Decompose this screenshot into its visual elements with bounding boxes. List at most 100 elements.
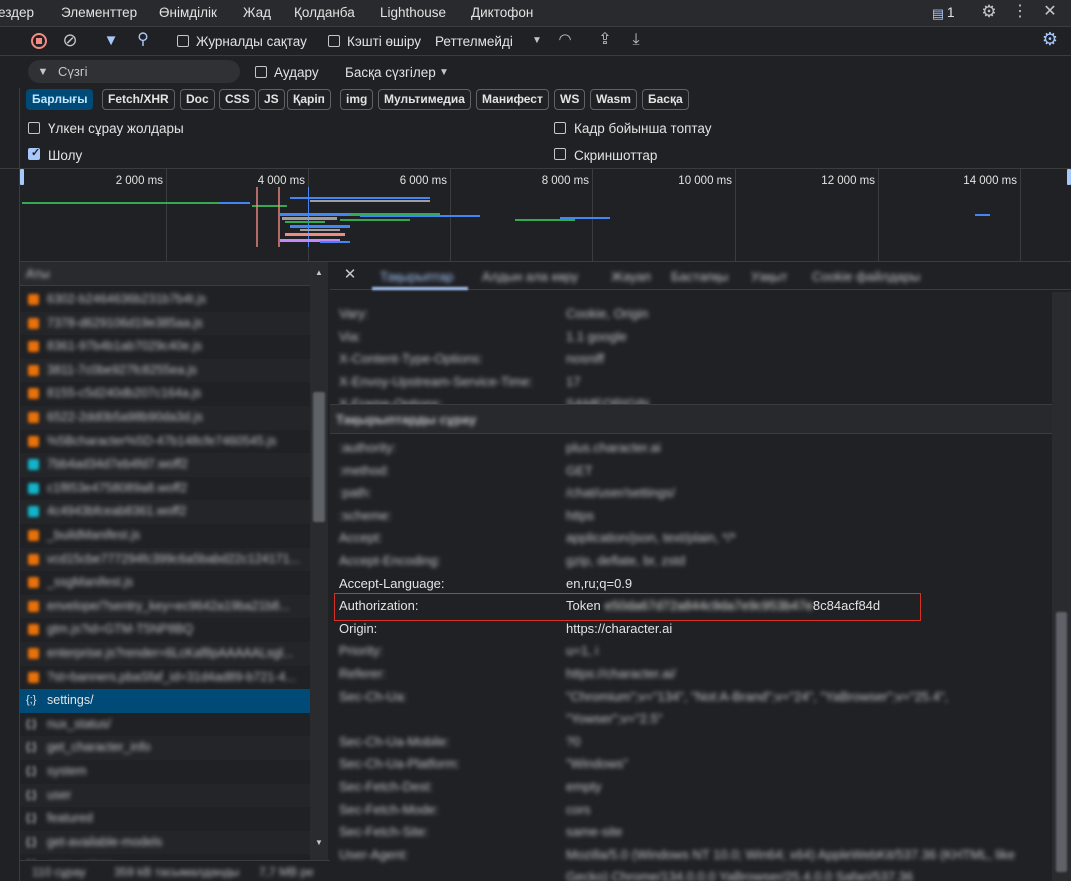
request-row[interactable]: 6522-2dd0b5a98b90da3d.js — [20, 406, 310, 430]
request-row[interactable]: c1f853e4758089a8.woff2 — [20, 477, 310, 501]
request-row[interactable]: gtm.js?id=GTM-T5NP8BQ — [20, 618, 310, 642]
close-details-icon[interactable]: ✕ — [342, 266, 358, 284]
request-row[interactable]: envelope/?sentry_key=ec9642a19ba21b8... — [20, 594, 310, 619]
request-row[interactable]: {;} system — [20, 760, 310, 784]
type-img[interactable]: img — [340, 89, 374, 110]
type-other[interactable]: Басқа — [642, 89, 689, 110]
tab-headers[interactable]: Тақырыптар — [380, 269, 454, 284]
invert-checkbox[interactable] — [255, 66, 267, 78]
request-list-scrollbar[interactable]: ▲ ▼ — [310, 262, 328, 881]
import-har-icon[interactable]: ⇪ — [596, 31, 614, 49]
request-row[interactable]: 7378-d629106d19e385aa.js — [20, 311, 310, 336]
request-header-value: Mozilla/5.0 (Windows NT 10.0; Win64; x64… — [566, 846, 1015, 862]
type-ws[interactable]: WS — [554, 89, 586, 110]
type-js[interactable]: JS — [258, 89, 285, 110]
request-row[interactable]: %5Bcharacter%5D-47b148cfe7460545.js — [20, 430, 310, 454]
more-filters-dropdown[interactable]: Басқа сүзгілер — [345, 65, 436, 80]
request-row[interactable]: 6302-b2464636b231b7b4t.js — [20, 288, 310, 312]
throttling-select[interactable]: Реттелмейді — [435, 34, 513, 49]
details-scroll-thumb[interactable] — [1056, 612, 1067, 872]
request-row[interactable]: {;} get_character_info — [20, 736, 310, 760]
request-row[interactable]: 8155-c5d240db207c164a.js — [20, 382, 310, 406]
request-name: %5Bcharacter%5D-47b148cfe7460545.js — [47, 433, 277, 448]
tab-initiator[interactable]: Бастапқы — [671, 269, 728, 284]
request-header-name: Priority: — [339, 643, 384, 659]
network-overview-timeline[interactable]: 2 000 ms 4 000 ms 6 000 ms 8 000 ms 10 0… — [20, 169, 1071, 262]
request-row[interactable]: _ssgManifest.js — [20, 571, 310, 595]
tab-timing[interactable]: Уақыт — [751, 269, 787, 284]
tab-response[interactable]: Жауап — [611, 269, 651, 284]
type-media[interactable]: Мультимедиа — [378, 89, 471, 110]
overview-checkbox[interactable]: ✓ — [28, 147, 40, 160]
request-row[interactable]: enterprise.js?render=6LcKaf8pAAAAALsgl..… — [20, 642, 310, 666]
request-row[interactable]: {;} featured — [20, 807, 310, 831]
network-settings-icon[interactable]: ⚙ — [1040, 30, 1060, 48]
tab-cookies[interactable]: Cookie файлдары — [812, 269, 920, 284]
issues-icon[interactable]: ▤ — [930, 5, 946, 23]
timeline-right-handle[interactable] — [1067, 169, 1071, 185]
close-devtools-icon[interactable]: ✕ — [1040, 3, 1060, 21]
request-header-value: https — [566, 507, 595, 523]
scroll-thumb[interactable] — [313, 392, 325, 522]
group-frame-checkbox[interactable] — [554, 122, 566, 134]
request-name: get-available-models — [47, 834, 163, 849]
request-row[interactable]: _buildManifest.js — [20, 524, 310, 548]
search-icon[interactable]: ⚲ — [134, 31, 152, 49]
type-fetch-xhr[interactable]: Fetch/XHR — [102, 89, 175, 110]
list-header-name[interactable]: Аты — [20, 262, 310, 286]
request-row[interactable]: 3811-7c0be927fc8255ea.js — [20, 358, 310, 383]
tab-sources[interactable]: ездер — [0, 5, 34, 20]
request-row[interactable]: {;} get-available-models — [20, 830, 310, 855]
tab-lighthouse[interactable]: Lighthouse — [380, 5, 446, 20]
script-file-icon — [28, 435, 39, 447]
tab-performance[interactable]: Өнімділік — [159, 5, 217, 20]
tab-recorder[interactable]: Диктофон — [471, 5, 533, 20]
filter-funnel-icon[interactable]: ▼ — [103, 32, 119, 50]
type-doc[interactable]: Doc — [180, 89, 215, 110]
record-stop-icon[interactable] — [31, 33, 47, 49]
request-header-name: Accept-Language: — [339, 575, 445, 591]
tab-memory[interactable]: Жад — [243, 5, 271, 20]
details-scrollbar[interactable] — [1052, 292, 1071, 881]
request-row[interactable]: 7bb4ad34d7eb4fd7.woff2 — [20, 453, 310, 477]
request-row[interactable]: vcd15cbe777294fc399c6a5babd22c124171... — [20, 547, 310, 572]
request-name: 7bb4ad34d7eb4fd7.woff2 — [47, 457, 188, 472]
export-har-icon[interactable]: ⤓ — [627, 31, 645, 49]
scroll-down-icon[interactable]: ▼ — [312, 834, 326, 852]
preserve-log-checkbox[interactable] — [177, 35, 189, 47]
screenshots-checkbox[interactable] — [554, 148, 566, 160]
request-name: 4c4943bfceab8361.woff2 — [47, 504, 187, 519]
scroll-up-icon[interactable]: ▲ — [312, 264, 326, 282]
tab-elements[interactable]: Элементтер — [61, 5, 137, 20]
network-conditions-icon[interactable]: ◠ — [555, 31, 575, 49]
request-row[interactable]: 8361-97b4b1ab7029c40e.js — [20, 335, 310, 359]
tab-preview[interactable]: Алдын ала көру — [482, 269, 578, 284]
chevron-down-icon[interactable]: ▼ — [530, 32, 544, 50]
request-row[interactable]: {;} nux_status/ — [20, 713, 310, 737]
filter-input[interactable]: ▼ Сүзгі — [28, 60, 240, 83]
type-wasm[interactable]: Wasm — [590, 89, 637, 110]
request-row[interactable]: {;} settings/ — [20, 689, 310, 713]
request-row[interactable]: {;} user — [20, 783, 310, 808]
type-css[interactable]: CSS — [219, 89, 256, 110]
settings-gear-icon[interactable]: ⚙ — [979, 3, 999, 21]
big-rows-checkbox[interactable] — [28, 122, 40, 134]
script-file-icon — [28, 364, 39, 376]
request-headers-section[interactable]: Тақырыптарды сұрау — [330, 404, 1052, 434]
xhr-icon: {;} — [26, 765, 37, 777]
type-all[interactable]: Барлығы — [26, 89, 94, 110]
timeline-left-handle[interactable] — [20, 169, 24, 185]
request-row[interactable]: ?st=banners,pbaSfaf_id=31d4ad89-b721-4..… — [20, 666, 310, 690]
type-manifest[interactable]: Манифест — [476, 89, 549, 110]
clear-log-icon[interactable]: ⊘ — [60, 31, 80, 49]
network-options: Үлкен сұрау жолдары ✓ Шолу Кадр бойынша … — [0, 113, 1071, 169]
chevron-down-icon[interactable]: ▼ — [437, 64, 451, 82]
type-font[interactable]: Қаріп — [287, 89, 331, 110]
request-row[interactable]: 4c4943bfceab8361.woff2 — [20, 500, 310, 524]
request-header-name: :path: — [339, 485, 372, 501]
more-options-icon[interactable]: ⋮ — [1012, 3, 1028, 21]
disable-cache-checkbox[interactable] — [328, 35, 340, 47]
tab-application[interactable]: Қолданба — [294, 5, 355, 20]
request-header-name: User-Agent: — [339, 846, 409, 862]
request-header-value: "Yowser";v="2.5" — [566, 711, 663, 727]
